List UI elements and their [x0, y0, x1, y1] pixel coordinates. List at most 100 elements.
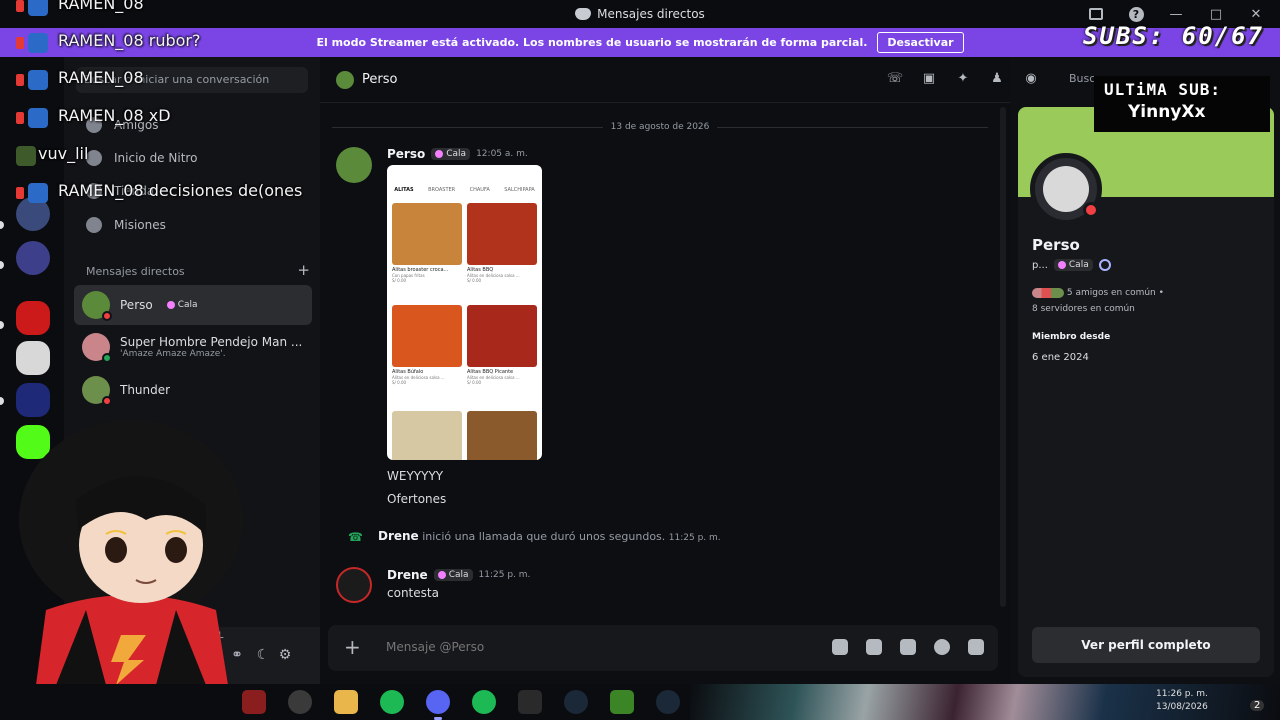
food-card: Alitas BBQ Alitas en deliciosa salsa ...… — [467, 203, 537, 283]
profile-mutuals[interactable]: 5 amigos en común • 8 servidores en comú… — [1032, 285, 1164, 317]
steam-icon[interactable] — [656, 690, 680, 714]
os-taskbar: 2 — [0, 684, 1280, 720]
message-author[interactable]: Perso — [387, 147, 425, 161]
food-card: Alitas Búfalo Alitas en deliciosa salsa … — [392, 305, 462, 385]
server-icon[interactable] — [16, 241, 50, 275]
badge-icon — [28, 108, 48, 128]
dnd-status-icon — [102, 311, 112, 321]
moon-icon[interactable]: ☾ — [254, 647, 272, 665]
voice-call-icon[interactable]: ☏ — [886, 71, 904, 89]
date-divider-text: 13 de agosto de 2026 — [610, 122, 710, 132]
call-text: inició una llamada que duró unos segundo… — [422, 530, 666, 543]
nav-quests[interactable]: Misiones — [74, 209, 310, 241]
server-icon[interactable] — [16, 301, 50, 335]
inbox-button[interactable] — [1086, 4, 1106, 24]
overlay-chat-text: vuv_lil — [38, 144, 88, 163]
badge-icon — [16, 187, 24, 199]
chat-badges — [16, 33, 50, 53]
user-profile-icon[interactable]: ◉ — [1022, 71, 1040, 89]
avatar-image — [1043, 166, 1089, 212]
badge-icon[interactable] — [1098, 259, 1111, 271]
apps-icon[interactable] — [968, 639, 984, 655]
app-icon[interactable] — [288, 690, 312, 714]
overlay-chat-message: xD — [148, 106, 171, 125]
taskbar-clock[interactable]: 11:26 p. m. 13/08/2026 — [1156, 688, 1208, 714]
overlay-chat-text: RAMEN_08 xD — [58, 106, 171, 125]
gift-icon[interactable] — [832, 639, 848, 655]
guild-tag-text: Cala — [177, 300, 198, 310]
tag-icon — [435, 150, 444, 158]
unread-pill — [0, 261, 4, 269]
file-explorer-icon[interactable] — [334, 690, 358, 714]
message-avatar[interactable] — [336, 147, 372, 183]
divider-line — [717, 126, 989, 128]
epic-games-icon[interactable] — [518, 690, 542, 714]
overlay-chat-text: RAMEN_08 — [58, 68, 144, 87]
profile-avatar[interactable] — [1030, 153, 1102, 225]
dm-item-thunder[interactable]: Thunder — [74, 370, 312, 410]
online-status-icon — [102, 353, 112, 363]
minecraft-icon[interactable] — [610, 690, 634, 714]
discord-taskbar-icon[interactable] — [426, 690, 450, 720]
message-avatar[interactable] — [336, 567, 372, 603]
notification-badge[interactable]: 2 — [1250, 700, 1265, 711]
chat-scrollbar[interactable] — [1000, 107, 1006, 607]
spotify-icon[interactable] — [472, 690, 496, 714]
message-image-attachment[interactable]: ALITAS BROASTER CHAUFA SALCHIPAPA Alitas… — [387, 165, 542, 460]
food-price: S/ 0.00 — [467, 278, 482, 283]
chat-badges — [16, 108, 50, 128]
message-input[interactable] — [386, 640, 786, 654]
close-button[interactable]: ✕ — [1246, 4, 1266, 24]
chat-area: Perso ☏ ▣ ✦ ♟ ◉ Busc 13 de agosto de 202… — [320, 57, 1095, 685]
food-photo — [392, 411, 462, 460]
overlay-chat-text: RAMEN_08 rubor? — [58, 31, 200, 50]
overlay-chat-user: RAMEN_08 — [58, 31, 144, 50]
phone-icon: ☎ — [348, 530, 363, 544]
unread-pill — [0, 321, 4, 329]
overlay-chat-line: RAMEN_08 — [0, 0, 340, 20]
chat-badges — [16, 183, 50, 203]
app-icon[interactable] — [380, 690, 404, 714]
video-call-icon[interactable]: ▣ — [920, 71, 938, 89]
maximize-button[interactable]: □ — [1206, 4, 1226, 24]
guild-tag-text: Cala — [448, 570, 469, 580]
dm-item-perso[interactable]: Perso Cala — [74, 285, 312, 325]
overlay-chat-user: RAMEN_08 — [58, 0, 144, 13]
chat-header-name: Perso — [362, 72, 398, 87]
settings-gear-icon[interactable]: ⚙ — [276, 647, 294, 665]
member-since-date: 6 ene 2024 — [1032, 352, 1089, 363]
disable-streamer-button[interactable]: Desactivar — [877, 32, 964, 53]
overlay-chat-message: rubor? — [148, 31, 201, 50]
message-author[interactable]: Drene — [387, 568, 428, 582]
menu-tab: BROASTER — [428, 187, 456, 193]
minimize-button[interactable]: — — [1166, 4, 1186, 24]
dnd-status-icon — [1083, 202, 1099, 218]
nav-quests-label: Misiones — [114, 218, 166, 232]
overlay-chat-user: RAMEN_08 — [58, 181, 144, 200]
create-dm-button[interactable]: + — [297, 263, 310, 278]
server-icon[interactable] — [16, 341, 50, 375]
emoji-icon[interactable] — [934, 639, 950, 655]
avatar — [82, 291, 112, 321]
steam-icon[interactable] — [564, 690, 588, 714]
dm-item-super-hombre[interactable]: Super Hombre Pendejo Man ... 'Amaze Amaz… — [74, 327, 312, 367]
pin-icon[interactable]: ✦ — [954, 71, 972, 89]
call-author[interactable]: Drene — [378, 529, 419, 543]
dm-name: Thunder — [120, 383, 171, 397]
message-timestamp: 12:05 a. m. — [476, 149, 528, 159]
dm-name: Perso — [120, 298, 153, 312]
view-full-profile-button[interactable]: Ver perfil completo — [1032, 627, 1260, 663]
header-search-input[interactable]: Busc — [1069, 72, 1095, 85]
overlay-chat-user: RAMEN_08 — [58, 106, 144, 125]
sticker-icon[interactable] — [900, 639, 916, 655]
help-button[interactable]: ? — [1126, 4, 1146, 24]
app-icon[interactable] — [242, 690, 266, 714]
subs-counter-overlay: SUBS: 60/67 — [1083, 22, 1264, 50]
add-friends-icon[interactable]: ♟ — [988, 71, 1006, 89]
dm-section-header: Mensajes directos + — [86, 263, 310, 279]
badge-icon — [16, 146, 36, 166]
message-header: Perso Cala 12:05 a. m. — [387, 147, 528, 161]
overlay-chat-line: RAMEN_08 — [0, 66, 340, 94]
upload-plus-icon[interactable]: + — [344, 635, 361, 659]
gif-icon[interactable] — [866, 639, 882, 655]
